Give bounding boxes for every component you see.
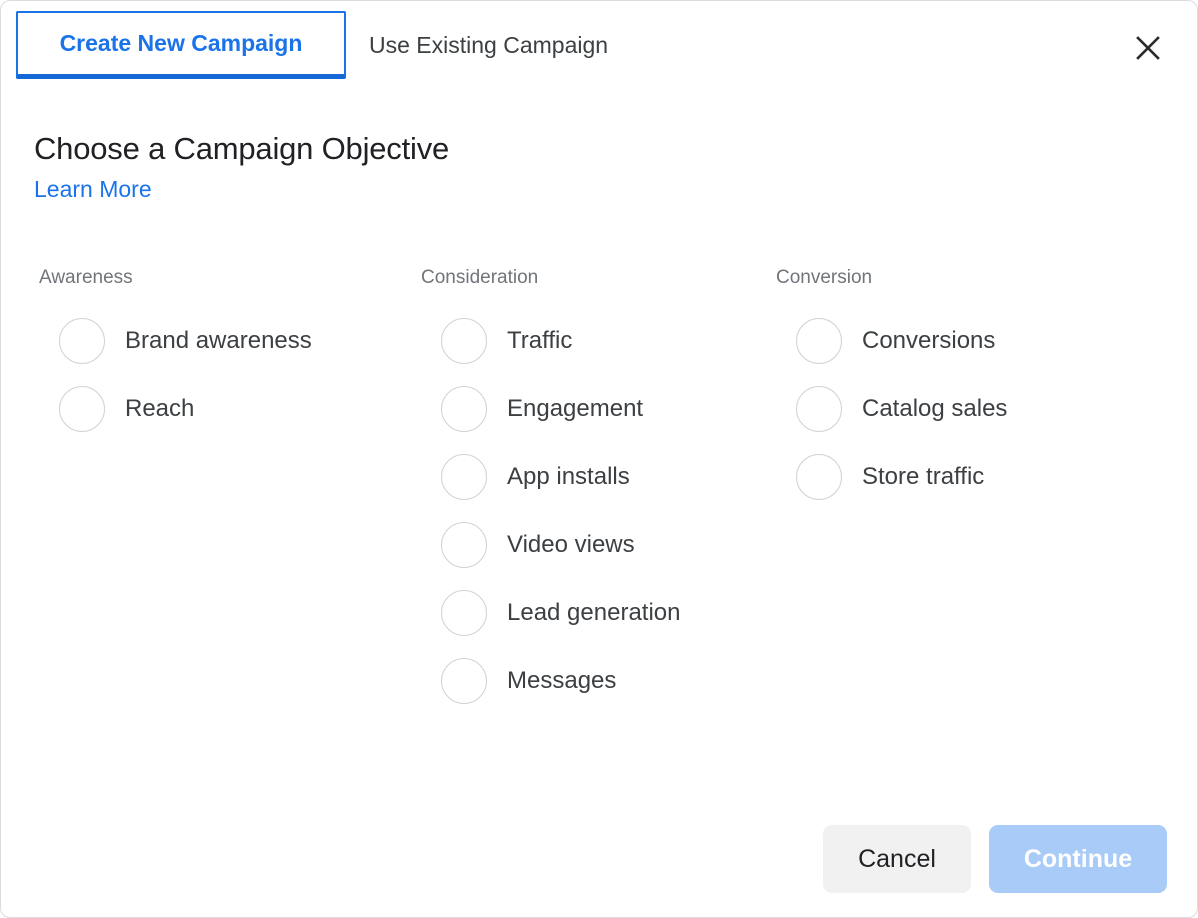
campaign-objective-dialog: Create New Campaign Use Existing Campaig… — [0, 0, 1198, 918]
option-label: Messages — [507, 667, 617, 694]
tab-create-new-campaign-label: Create New Campaign — [59, 30, 303, 56]
option-video-views[interactable]: Video views — [421, 511, 756, 579]
radio-icon[interactable] — [441, 658, 487, 704]
radio-icon[interactable] — [796, 386, 842, 432]
option-traffic[interactable]: Traffic — [421, 307, 756, 375]
radio-icon[interactable] — [441, 318, 487, 364]
radio-icon[interactable] — [441, 454, 487, 500]
option-lead-generation[interactable]: Lead generation — [421, 579, 756, 647]
column-title-conversion: Conversion — [776, 267, 873, 288]
radio-icon[interactable] — [796, 454, 842, 500]
column-title-awareness: Awareness — [39, 267, 133, 288]
radio-icon[interactable] — [441, 522, 487, 568]
close-button[interactable] — [1127, 27, 1169, 69]
option-label: Brand awareness — [125, 327, 312, 354]
dialog-footer: Cancel Continue — [823, 825, 1167, 893]
option-label: Engagement — [507, 395, 644, 422]
cancel-button[interactable]: Cancel — [823, 825, 971, 893]
close-icon — [1135, 35, 1161, 61]
option-label: Store traffic — [862, 463, 985, 490]
radio-icon[interactable] — [59, 318, 105, 364]
option-label: App installs — [507, 463, 630, 490]
objective-column-conversion: Conversion Conversions Catalog sales Sto… — [756, 267, 1156, 715]
option-label: Lead generation — [507, 599, 681, 626]
tab-use-existing-campaign[interactable]: Use Existing Campaign — [353, 11, 673, 79]
tab-create-new-campaign[interactable]: Create New Campaign — [16, 11, 346, 79]
option-engagement[interactable]: Engagement — [421, 375, 756, 443]
option-app-installs[interactable]: App installs — [421, 443, 756, 511]
objective-column-awareness: Awareness Brand awareness Reach — [1, 267, 381, 715]
column-title-consideration: Consideration — [421, 267, 539, 288]
option-brand-awareness[interactable]: Brand awareness — [39, 307, 381, 375]
option-messages[interactable]: Messages — [421, 647, 756, 715]
option-reach[interactable]: Reach — [39, 375, 381, 443]
page-title: Choose a Campaign Objective — [34, 131, 450, 166]
radio-icon[interactable] — [441, 590, 487, 636]
objective-column-consideration: Consideration Traffic Engagement App ins… — [381, 267, 756, 715]
objective-columns: Awareness Brand awareness Reach Consider… — [1, 267, 1197, 715]
option-conversions[interactable]: Conversions — [776, 307, 1156, 375]
dialog-tab-bar: Create New Campaign Use Existing Campaig… — [1, 1, 1197, 89]
option-store-traffic[interactable]: Store traffic — [776, 443, 1156, 511]
tab-use-existing-campaign-label: Use Existing Campaign — [369, 31, 609, 58]
option-label: Conversions — [862, 327, 996, 354]
radio-icon[interactable] — [59, 386, 105, 432]
option-label: Traffic — [507, 327, 573, 354]
dialog-header: Choose a Campaign Objective Learn More — [34, 129, 449, 203]
radio-icon[interactable] — [796, 318, 842, 364]
option-label: Reach — [125, 395, 195, 422]
radio-icon[interactable] — [441, 386, 487, 432]
continue-button[interactable]: Continue — [989, 825, 1167, 893]
option-catalog-sales[interactable]: Catalog sales — [776, 375, 1156, 443]
option-label: Catalog sales — [862, 395, 1008, 422]
learn-more-link[interactable]: Learn More — [34, 175, 152, 203]
option-label: Video views — [507, 531, 635, 558]
